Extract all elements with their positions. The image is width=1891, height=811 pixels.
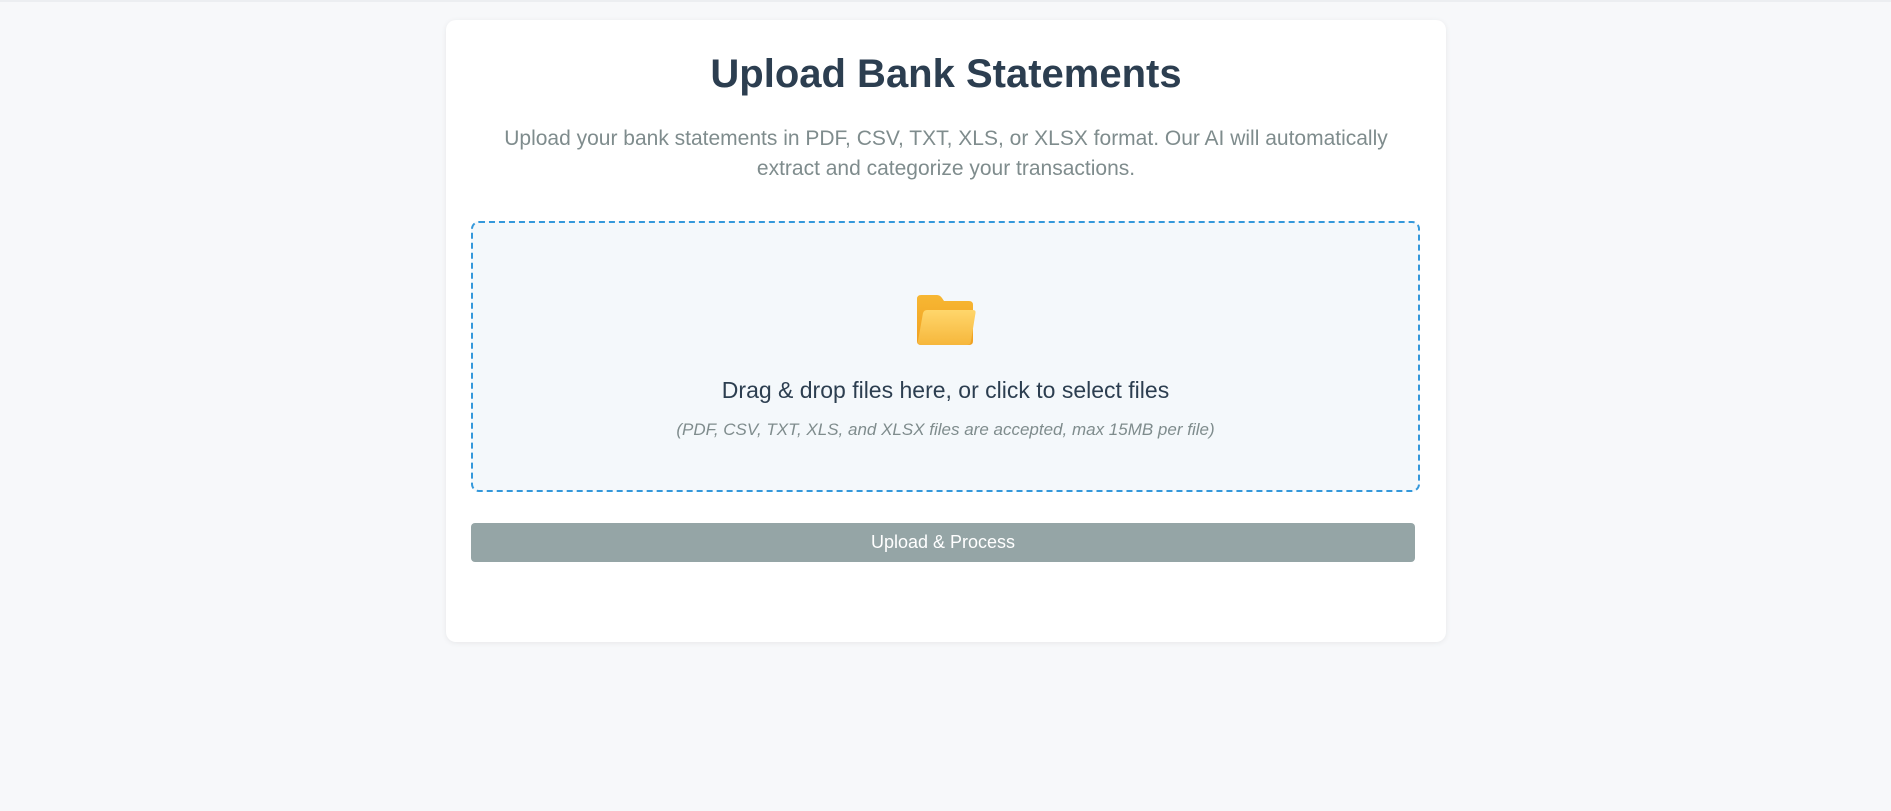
dropzone-prompt: Drag & drop files here, or click to sele… <box>721 377 1170 403</box>
dropzone-hint: (PDF, CSV, TXT, XLS, and XLSX files are … <box>676 420 1215 439</box>
page-subtitle: Upload your bank statements in PDF, CSV,… <box>504 127 1388 180</box>
upload-process-button[interactable]: Upload & Process <box>471 523 1415 562</box>
upload-card: Upload Bank Statements Upload your bank … <box>446 20 1446 642</box>
folder-icon <box>915 293 977 347</box>
page-title: Upload Bank Statements <box>710 52 1182 96</box>
file-dropzone[interactable]: Drag & drop files here, or click to sele… <box>471 221 1420 492</box>
top-divider <box>0 0 1891 2</box>
